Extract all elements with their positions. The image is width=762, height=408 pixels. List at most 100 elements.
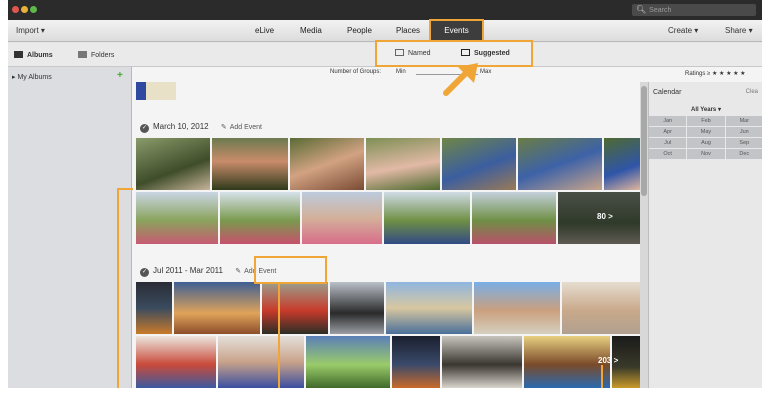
close-window-button[interactable] xyxy=(12,6,19,13)
ratings-filter[interactable]: Ratings ≥ ★ ★ ★ ★ ★ xyxy=(685,70,746,77)
calendar-month[interactable]: Sep xyxy=(725,138,762,148)
scrollbar[interactable] xyxy=(640,82,648,388)
calendar-month[interactable]: Dec xyxy=(725,149,762,159)
calendar-clear-button[interactable]: Clea xyxy=(746,89,758,95)
minimize-window-button[interactable] xyxy=(21,6,28,13)
photo-thumb[interactable] xyxy=(218,336,304,388)
named-label: Named xyxy=(408,50,431,57)
calendar-month[interactable]: Feb xyxy=(687,116,725,126)
photo-thumb[interactable] xyxy=(474,282,560,334)
calendar-title: Calendar xyxy=(653,89,682,96)
tab-people[interactable]: People xyxy=(347,20,372,42)
photo-thumb[interactable] xyxy=(472,192,556,244)
add-event-label: Add Event xyxy=(229,124,263,131)
min-label: Min xyxy=(396,69,406,75)
photo-thumb[interactable] xyxy=(174,282,260,334)
calendar-panel: Calendar Clea All Years ▾ Jan Feb Mar Apr Ma… xyxy=(648,82,762,388)
tab-events[interactable]: Events xyxy=(429,19,484,43)
search-input[interactable]: 🔍︎ Search xyxy=(632,4,756,16)
event-title: Jul 2011 - Mar 2011 xyxy=(153,266,223,275)
photo-thumb[interactable] xyxy=(392,336,440,388)
photo-thumb[interactable] xyxy=(386,282,472,334)
callout-line xyxy=(601,365,603,388)
groups-label: Number of Groups: xyxy=(330,69,382,75)
photo-thumb[interactable] xyxy=(306,336,390,388)
photo-thumb[interactable] xyxy=(136,82,176,100)
more-photos-count[interactable]: 80 > xyxy=(597,212,613,221)
photo-thumb[interactable] xyxy=(220,192,300,244)
tab-places[interactable]: Places xyxy=(396,20,420,42)
photo-thumb[interactable] xyxy=(136,336,216,388)
folders-tab[interactable]: Folders xyxy=(78,49,114,62)
share-label: Share xyxy=(725,26,747,35)
event-header: ✓ March 10, 2012 ✎ Add Event xyxy=(140,122,262,133)
photo-thumb[interactable] xyxy=(136,282,172,334)
photo-thumb[interactable] xyxy=(518,138,602,190)
my-albums-label: My Albums xyxy=(17,74,52,81)
callout-line xyxy=(117,188,119,388)
photo-thumb[interactable] xyxy=(136,192,218,244)
toolbar: Import ▾ eLive Media People Places Event… xyxy=(8,19,762,43)
photo-thumb[interactable] xyxy=(366,138,440,190)
photo-thumb[interactable] xyxy=(384,192,470,244)
photo-thumb[interactable] xyxy=(442,336,522,388)
share-button[interactable]: Share ▾ xyxy=(725,20,753,42)
photo-thumb[interactable] xyxy=(136,138,210,190)
calendar-month[interactable]: Apr xyxy=(649,127,687,137)
calendar-month[interactable]: Jan xyxy=(649,116,687,126)
albums-label: Albums xyxy=(27,52,53,59)
pointer-arrow-icon xyxy=(443,63,478,96)
my-albums-item[interactable]: ▸ My Albums xyxy=(12,73,52,81)
suggested-button[interactable]: Suggested xyxy=(461,47,510,60)
event-title: March 10, 2012 xyxy=(153,122,209,131)
callout-line xyxy=(278,282,280,388)
photo-thumb[interactable] xyxy=(262,282,328,334)
check-icon[interactable]: ✓ xyxy=(140,124,149,133)
suggested-label: Suggested xyxy=(474,50,510,57)
named-button[interactable]: Named xyxy=(395,47,431,60)
calendar-month[interactable]: Jun xyxy=(725,127,762,137)
calendar-month[interactable]: Nov xyxy=(687,149,725,159)
title-bar: 🔍︎ Search xyxy=(8,0,762,20)
events-grid: ✓ March 10, 2012 ✎ Add Event 80 > ✓ Jul 201… xyxy=(132,82,640,388)
photo-thumb[interactable] xyxy=(212,138,288,190)
ratings-label: Ratings xyxy=(685,71,706,77)
years-dropdown[interactable]: All Years ▾ xyxy=(649,106,762,115)
create-label: Create xyxy=(668,26,693,35)
add-event-highlight xyxy=(254,256,327,284)
photo-thumb[interactable] xyxy=(290,138,364,190)
month-grid: Jan Feb Mar Apr May Jun Jul Aug Sep Oct Nov Dec xyxy=(649,116,762,159)
callout-line xyxy=(117,188,133,190)
zoom-window-button[interactable] xyxy=(30,6,37,13)
photo-thumb[interactable] xyxy=(562,282,640,334)
scrollbar-thumb[interactable] xyxy=(641,86,647,196)
years-label: All Years xyxy=(691,107,717,113)
search-icon: 🔍︎ xyxy=(636,5,647,14)
tab-media[interactable]: Media xyxy=(300,20,322,42)
calendar-month[interactable]: Mar xyxy=(725,116,762,126)
pencil-icon: ✎ xyxy=(235,268,242,275)
create-button[interactable]: Create ▾ xyxy=(668,20,698,42)
star-icon: ≥ ★ ★ ★ ★ ★ xyxy=(707,71,746,77)
add-event-link[interactable]: ✎ Add Event xyxy=(221,124,262,131)
calendar-icon xyxy=(395,49,404,56)
albums-icon xyxy=(14,51,23,58)
photo-thumb[interactable] xyxy=(442,138,516,190)
check-icon[interactable]: ✓ xyxy=(140,268,149,277)
more-photos-count[interactable]: 203 > xyxy=(598,356,618,365)
pencil-icon: ✎ xyxy=(220,124,227,131)
photo-thumb[interactable] xyxy=(604,138,640,190)
folder-icon xyxy=(78,51,87,58)
calendar-month[interactable]: Oct xyxy=(649,149,687,159)
photo-thumb[interactable] xyxy=(302,192,382,244)
albums-tab[interactable]: Albums xyxy=(14,49,53,62)
calendar-month[interactable]: Jul xyxy=(649,138,687,148)
add-album-icon[interactable]: + xyxy=(117,70,123,81)
photo-thumb[interactable] xyxy=(330,282,384,334)
albums-panel: ▸ My Albums + xyxy=(8,67,132,388)
tab-elive[interactable]: eLive xyxy=(255,20,274,42)
calendar-month[interactable]: May xyxy=(687,127,725,137)
import-label: Import xyxy=(16,26,39,35)
import-button[interactable]: Import ▾ xyxy=(16,20,45,42)
calendar-month[interactable]: Aug xyxy=(687,138,725,148)
